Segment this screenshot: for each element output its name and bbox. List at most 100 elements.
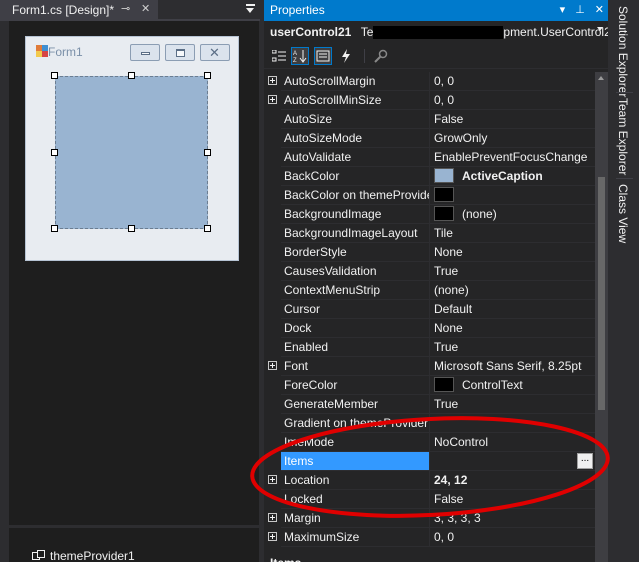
alphabetical-icon[interactable]: AZ (291, 47, 309, 65)
window-position-dropdown-icon[interactable]: ▾ (560, 3, 566, 16)
scroll-up-icon[interactable] (598, 76, 604, 80)
property-name[interactable]: MaximumSize (281, 528, 430, 547)
property-value[interactable]: GrowOnly (430, 129, 595, 148)
property-name[interactable]: CausesValidation (281, 262, 430, 281)
design-surface[interactable]: Form1 ✕ (9, 21, 259, 525)
scrollbar-thumb[interactable] (598, 177, 605, 410)
property-row[interactable]: Enabled True (264, 338, 595, 357)
property-row[interactable]: Margin 3, 3, 3, 3 (264, 509, 595, 528)
property-row[interactable]: ContextMenuStrip (none) (264, 281, 595, 300)
auto-hide-pin-icon[interactable]: ⊥ (575, 3, 585, 16)
property-row[interactable]: Cursor Default (264, 300, 595, 319)
property-name[interactable]: GenerateMember (281, 395, 430, 414)
user-control-selected[interactable] (55, 76, 208, 229)
property-value[interactable]: 24, 12 (430, 471, 595, 490)
property-value[interactable]: True (430, 262, 595, 281)
resize-handle-se[interactable] (204, 225, 211, 232)
ellipsis-button[interactable]: ... (577, 453, 593, 469)
property-value[interactable]: True (430, 338, 595, 357)
object-selector-dropdown[interactable]: userControl21 Te pment.UserControl2 (264, 21, 611, 43)
property-name[interactable]: ForeColor (281, 376, 430, 395)
pin-icon[interactable]: ⊸ (121, 2, 130, 15)
property-row[interactable]: BackColor ActiveCaption (264, 167, 595, 186)
resize-handle-e[interactable] (204, 149, 211, 156)
property-value[interactable]: False (430, 110, 595, 129)
property-value[interactable]: NoControl (430, 433, 595, 452)
property-row[interactable]: BackColor on themeProvider1 (264, 186, 595, 205)
resize-handle-s[interactable] (128, 225, 135, 232)
expand-plus-icon[interactable] (268, 361, 277, 370)
property-name[interactable]: Cursor (281, 300, 430, 319)
tab-solution-explorer[interactable]: Solution Explorer (616, 6, 630, 97)
tab-class-view[interactable]: Class View (616, 184, 630, 243)
property-value[interactable]: Microsoft Sans Serif, 8.25pt (430, 357, 595, 376)
property-name[interactable]: BackColor (281, 167, 430, 186)
minimize-button[interactable] (130, 44, 160, 61)
property-pages-icon[interactable] (372, 47, 390, 65)
property-name[interactable]: Margin (281, 509, 430, 528)
resize-handle-sw[interactable] (51, 225, 58, 232)
property-value[interactable]: 3, 3, 3, 3 (430, 509, 595, 528)
property-row[interactable]: CausesValidation True (264, 262, 595, 281)
property-value[interactable]: None (430, 243, 595, 262)
property-name[interactable]: Enabled (281, 338, 430, 357)
property-name[interactable]: AutoSizeMode (281, 129, 430, 148)
property-row[interactable]: AutoScrollMinSize 0, 0 (264, 91, 595, 110)
form1-window[interactable]: Form1 ✕ (25, 36, 239, 261)
chevron-down-icon[interactable] (597, 27, 603, 31)
property-row[interactable]: Items... (264, 452, 595, 471)
property-value[interactable]: 0, 0 (430, 72, 595, 91)
property-value[interactable]: False (430, 490, 595, 509)
close-icon[interactable]: ✕ (141, 2, 150, 15)
property-value[interactable]: Default (430, 300, 595, 319)
resize-handle-n[interactable] (128, 72, 135, 79)
property-value[interactable] (430, 186, 595, 205)
property-name[interactable]: Location (281, 471, 430, 490)
property-name[interactable]: Items (281, 452, 430, 471)
property-value[interactable]: ActiveCaption (430, 167, 595, 186)
property-name[interactable]: BackgroundImageLayout (281, 224, 430, 243)
resize-handle-w[interactable] (51, 149, 58, 156)
property-row[interactable]: Font Microsoft Sans Serif, 8.25pt (264, 357, 595, 376)
property-value[interactable]: 0, 0 (430, 528, 595, 547)
property-value[interactable]: (none) (430, 281, 595, 300)
tab-team-explorer[interactable]: Team Explorer (616, 98, 630, 175)
property-row[interactable]: GenerateMember True (264, 395, 595, 414)
property-value[interactable] (430, 414, 595, 433)
maximize-button[interactable] (165, 44, 195, 61)
document-list-dropdown-icon[interactable] (244, 1, 258, 17)
property-name[interactable]: AutoSize (281, 110, 430, 129)
property-name[interactable]: AutoScrollMargin (281, 72, 430, 91)
property-value[interactable]: ControlText (430, 376, 595, 395)
property-value[interactable]: (none) (430, 205, 595, 224)
events-icon[interactable] (337, 47, 355, 65)
properties-close-icon[interactable]: ✕ (595, 3, 604, 16)
property-value[interactable]: EnablePreventFocusChange (430, 148, 595, 167)
tray-item-themeprovider[interactable]: themeProvider1 (32, 549, 135, 562)
property-name[interactable]: ContextMenuStrip (281, 281, 430, 300)
property-row[interactable]: BackgroundImageLayout Tile (264, 224, 595, 243)
property-value[interactable]: ... (430, 452, 595, 471)
property-name[interactable]: Gradient on themeProvider1 (281, 414, 430, 433)
property-name[interactable]: BackgroundImage (281, 205, 430, 224)
property-row[interactable]: ImeMode NoControl (264, 433, 595, 452)
property-row[interactable]: Location 24, 12 (264, 471, 595, 490)
category-header[interactable]: Items (264, 553, 595, 562)
resize-handle-ne[interactable] (204, 72, 211, 79)
property-row[interactable]: Locked False (264, 490, 595, 509)
expand-plus-icon[interactable] (268, 475, 277, 484)
property-value[interactable]: Tile (430, 224, 595, 243)
property-row[interactable]: AutoScrollMargin 0, 0 (264, 72, 595, 91)
property-name[interactable]: Locked (281, 490, 430, 509)
property-row[interactable]: ForeColor ControlText (264, 376, 595, 395)
property-name[interactable]: Font (281, 357, 430, 376)
property-name[interactable]: ImeMode (281, 433, 430, 452)
property-name[interactable]: AutoValidate (281, 148, 430, 167)
property-value[interactable]: 0, 0 (430, 91, 595, 110)
property-name[interactable]: BorderStyle (281, 243, 430, 262)
property-row[interactable]: AutoSizeMode GrowOnly (264, 129, 595, 148)
resize-handle-nw[interactable] (51, 72, 58, 79)
property-row[interactable]: BackgroundImage (none) (264, 205, 595, 224)
property-row[interactable]: MaximumSize 0, 0 (264, 528, 595, 547)
form-close-button[interactable]: ✕ (200, 44, 230, 61)
